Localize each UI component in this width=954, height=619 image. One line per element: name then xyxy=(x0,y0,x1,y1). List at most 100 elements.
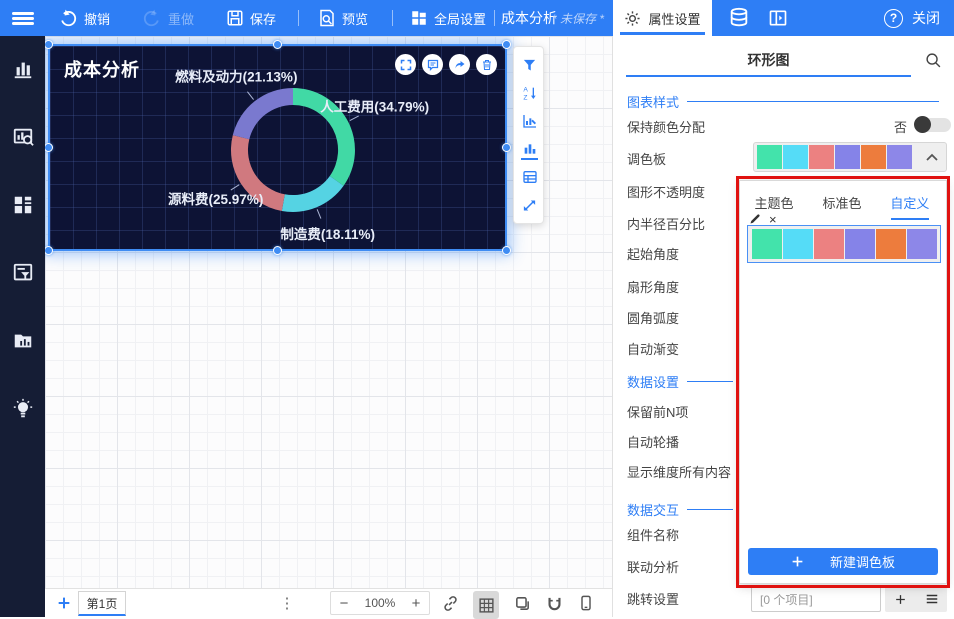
panel-title: 环形图 xyxy=(626,50,911,70)
preview-button[interactable]: 预览 xyxy=(318,0,368,36)
add-page-button[interactable] xyxy=(53,589,75,617)
delete-button[interactable] xyxy=(476,54,497,75)
undo-button[interactable]: 撤销 xyxy=(58,0,110,36)
resize-handle-n[interactable] xyxy=(273,40,282,49)
page-tab[interactable]: 第1页 xyxy=(78,591,126,616)
snap-button[interactable] xyxy=(541,589,567,617)
save-button[interactable]: 保存 xyxy=(226,0,276,36)
add-jump-button[interactable] xyxy=(885,586,916,612)
keep-color-toggle[interactable] xyxy=(915,118,951,132)
close-button[interactable]: 关闭 xyxy=(912,0,940,36)
color-swatch-2[interactable] xyxy=(814,229,844,259)
palette-preview-swatches xyxy=(757,145,913,169)
color-swatch-3[interactable] xyxy=(835,145,860,169)
new-palette-button[interactable]: 新建调色板 xyxy=(748,548,938,575)
donut-label-1: 制造费(18.11%) xyxy=(280,226,375,242)
redo-label: 重做 xyxy=(168,9,194,28)
search-button[interactable] xyxy=(925,52,942,69)
color-swatch-4[interactable] xyxy=(861,145,886,169)
tab-standard-colors[interactable]: 标准色 xyxy=(808,193,876,220)
global-settings-button[interactable]: 全局设置 xyxy=(410,0,486,36)
fullscreen-button[interactable] xyxy=(395,54,416,75)
tab-custom-colors[interactable]: 自定义 xyxy=(876,193,944,220)
sidebar-item-resources[interactable] xyxy=(0,318,45,363)
jump-list-button[interactable] xyxy=(916,586,947,612)
chart-settings-button[interactable] xyxy=(514,107,545,135)
color-swatch-0[interactable] xyxy=(752,229,782,259)
remove-palette-button[interactable]: × xyxy=(769,213,777,226)
layers-button[interactable] xyxy=(509,589,535,617)
grid-toggle-button[interactable] xyxy=(473,591,499,619)
color-swatch-5[interactable] xyxy=(887,145,912,169)
zoom-level: 100% xyxy=(357,592,403,614)
custom-palette-row[interactable] xyxy=(747,225,941,263)
sort-button[interactable]: AZ xyxy=(514,79,545,107)
palette-dropdown-control[interactable] xyxy=(753,142,947,172)
bulb-icon xyxy=(12,398,34,420)
donut-segment-3[interactable] xyxy=(233,88,293,139)
resize-widget-button[interactable] xyxy=(514,191,545,219)
bar-chart-icon xyxy=(12,58,34,80)
properties-tab-label: 属性设置 xyxy=(648,9,700,28)
copy-icon xyxy=(514,595,531,612)
color-swatch-2[interactable] xyxy=(809,145,834,169)
redo-button[interactable]: 重做 xyxy=(142,0,194,36)
resize-handle-s[interactable] xyxy=(273,246,282,255)
database-icon xyxy=(728,7,750,29)
edit-palette-button[interactable] xyxy=(749,213,761,225)
zoom-in-button[interactable]: + xyxy=(403,592,429,614)
chart-type-button[interactable] xyxy=(514,135,545,163)
sidebar-item-analysis[interactable] xyxy=(0,114,45,159)
resize-handle-w[interactable] xyxy=(44,143,53,152)
mobile-preview-button[interactable] xyxy=(573,589,599,617)
menu-icon[interactable] xyxy=(12,0,34,36)
jump-items-field[interactable]: [0 个项目] xyxy=(751,586,881,612)
comment-button[interactable] xyxy=(422,54,443,75)
zoom-control: − 100% + xyxy=(330,591,430,615)
table-view-button[interactable] xyxy=(514,163,545,191)
color-swatch-1[interactable] xyxy=(783,145,808,169)
document-title: 成本分析 xyxy=(501,0,557,36)
sidebar-item-charts[interactable] xyxy=(0,46,45,91)
redo-icon xyxy=(142,8,162,28)
resize-handle-e[interactable] xyxy=(502,143,511,152)
color-swatch-0[interactable] xyxy=(757,145,782,169)
sidebar-item-components[interactable] xyxy=(0,182,45,227)
section-data-interaction: 数据交互 xyxy=(627,500,733,519)
donut-segment-1[interactable] xyxy=(282,176,344,212)
preview-icon xyxy=(318,9,336,27)
undo-label: 撤销 xyxy=(84,9,110,28)
layout-toggle-button[interactable] xyxy=(768,0,788,36)
tab-properties[interactable]: 属性设置 xyxy=(613,0,712,36)
properties-panel: 环形图 图表样式 保持颜色分配 否 调色板 图形不透明度 内半径百分比 起始角度… xyxy=(612,36,954,617)
resize-handle-se[interactable] xyxy=(502,246,511,255)
chart-widget[interactable]: 成本分析 人工费用(34.79%)制造费(18.11%)源料费(25.97%)燃… xyxy=(48,44,507,251)
phone-icon xyxy=(578,595,594,611)
data-source-button[interactable] xyxy=(728,0,750,36)
color-swatch-1[interactable] xyxy=(783,229,813,259)
sidebar-item-filter[interactable] xyxy=(0,250,45,295)
grid-icon xyxy=(478,597,495,614)
resize-handle-ne[interactable] xyxy=(502,40,511,49)
row-label-auto-gradient: 自动渐变 xyxy=(627,339,679,358)
color-swatch-4[interactable] xyxy=(876,229,906,259)
section-data-settings: 数据设置 xyxy=(627,372,733,391)
resize-handle-nw[interactable] xyxy=(44,40,53,49)
color-swatch-3[interactable] xyxy=(845,229,875,259)
form-filter-icon xyxy=(12,262,34,284)
resize-handle-sw[interactable] xyxy=(44,246,53,255)
save-label: 保存 xyxy=(250,9,276,28)
more-options-icon[interactable]: ⋮ xyxy=(277,589,297,617)
help-button[interactable]: ? xyxy=(884,0,903,36)
row-label-top-n: 保留前N项 xyxy=(627,402,688,421)
filter-button[interactable] xyxy=(514,51,545,79)
share-button[interactable] xyxy=(449,54,470,75)
sidebar-item-ideas[interactable] xyxy=(0,386,45,431)
donut-label-2: 源料费(25.97%) xyxy=(168,191,263,207)
zoom-out-button[interactable]: − xyxy=(331,592,357,614)
design-canvas[interactable]: 成本分析 人工费用(34.79%)制造费(18.11%)源料费(25.97%)燃… xyxy=(45,36,612,588)
label-leader-line xyxy=(350,116,359,121)
color-swatch-5[interactable] xyxy=(907,229,937,259)
link-button[interactable] xyxy=(437,589,463,617)
svg-text:Z: Z xyxy=(523,95,527,101)
